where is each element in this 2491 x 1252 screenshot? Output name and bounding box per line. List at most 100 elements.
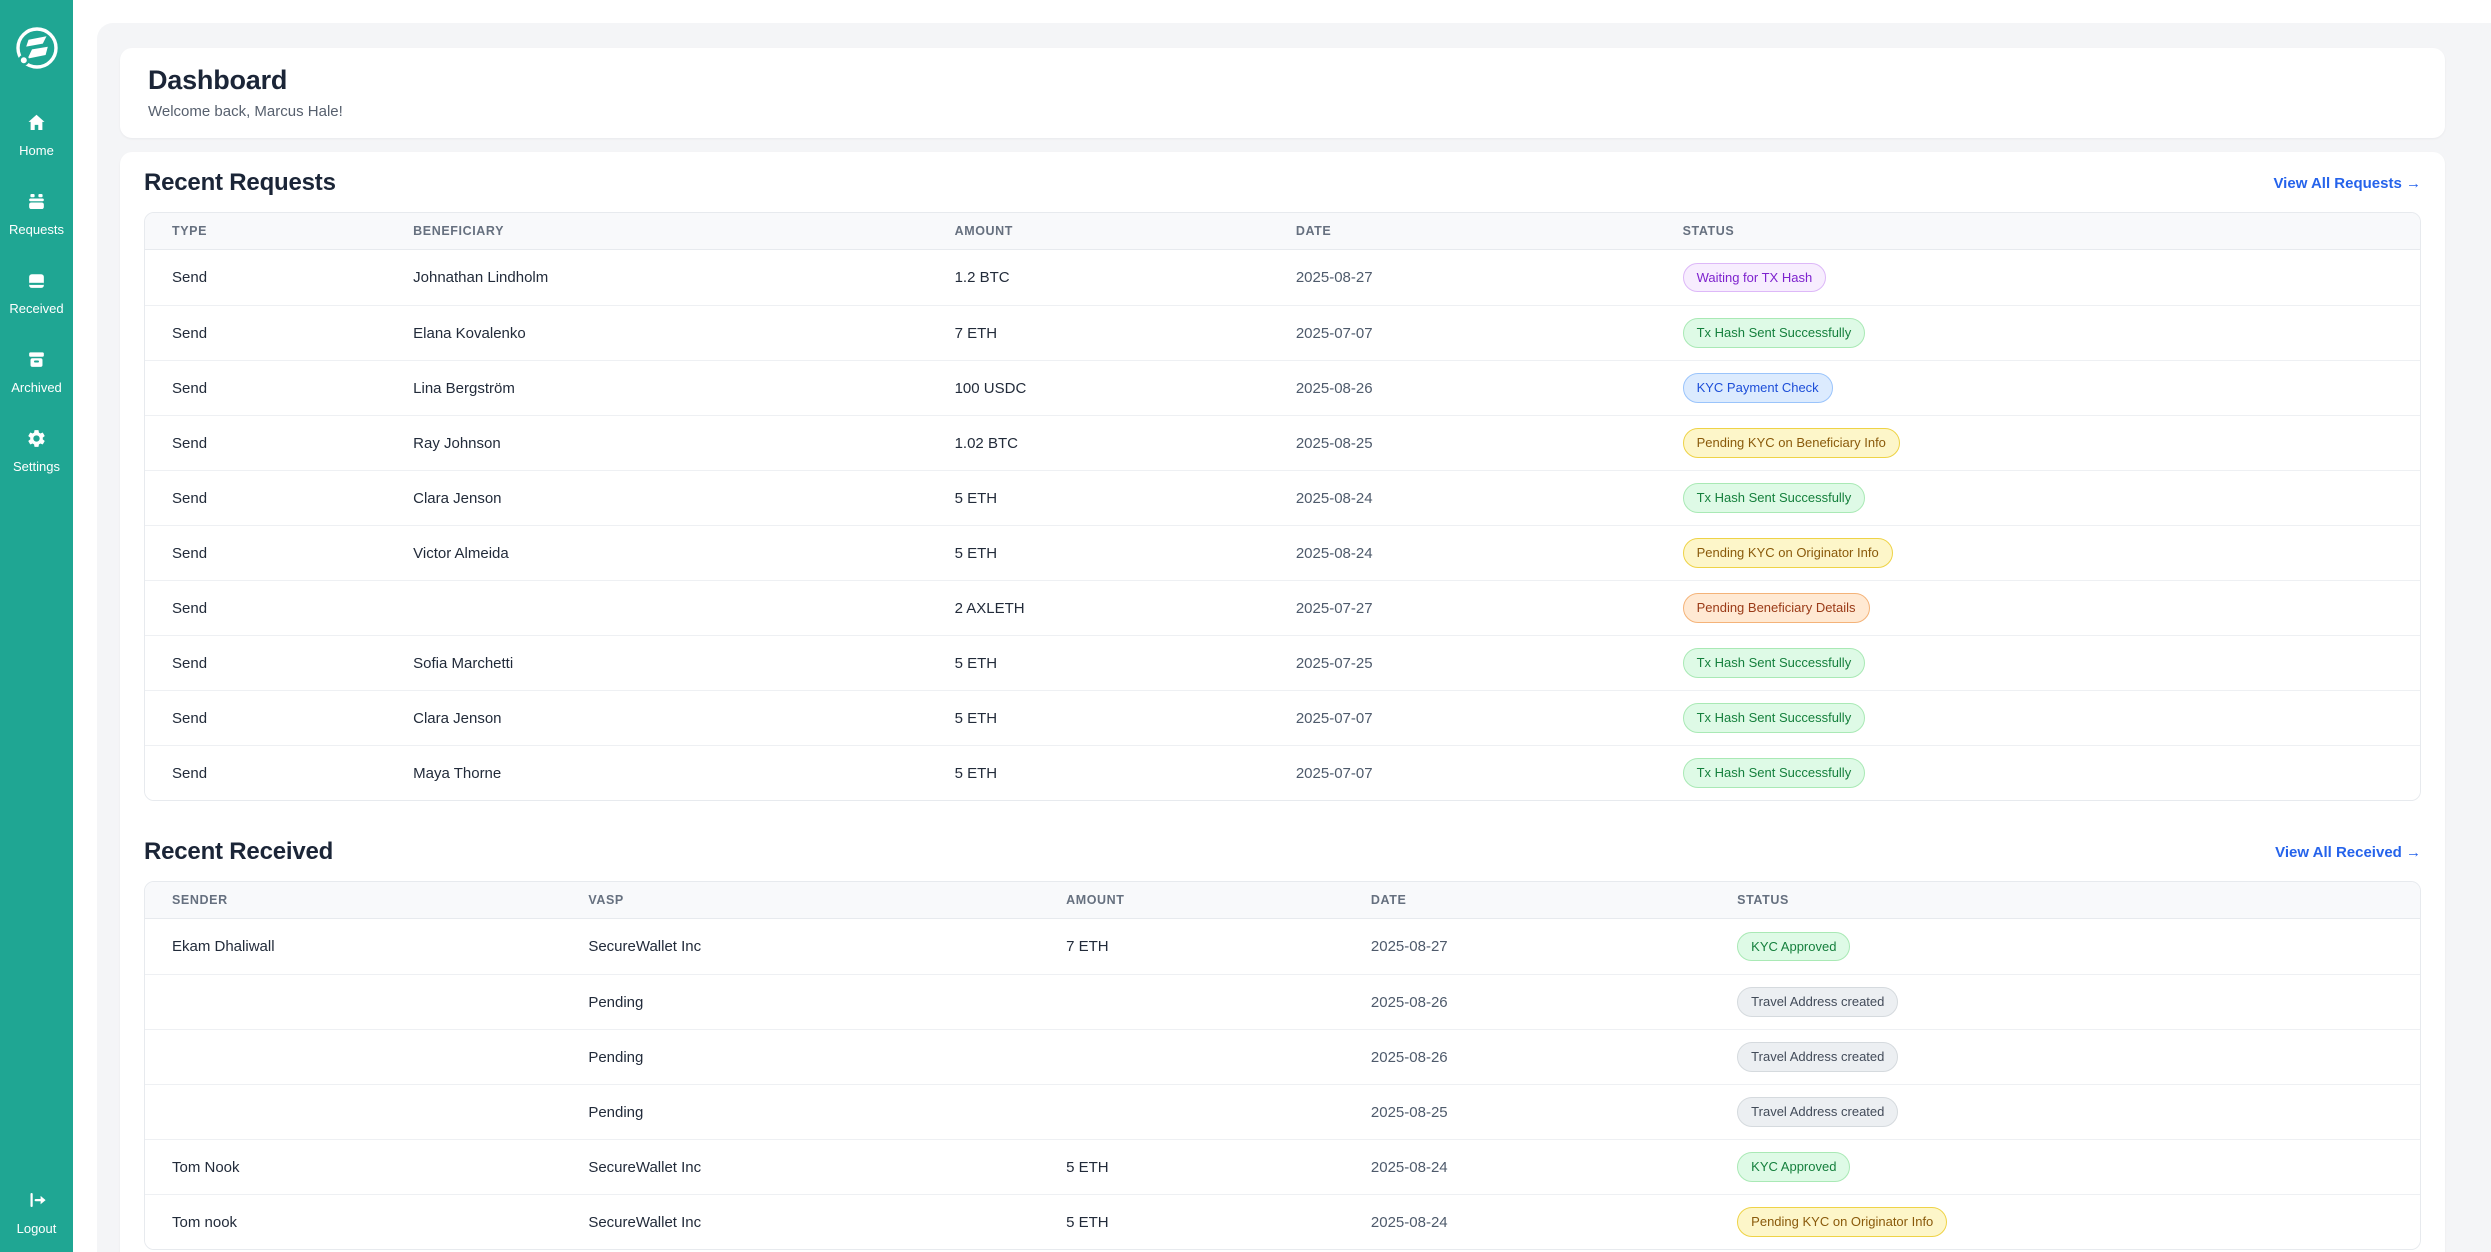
cell-amount: 5 ETH xyxy=(928,710,1269,727)
request-table-row[interactable]: Send Clara Jenson 5 ETH 2025-07-07 Tx Ha… xyxy=(145,690,2420,745)
cell-date: 2025-07-25 xyxy=(1269,655,1656,672)
cell-date: 2025-07-07 xyxy=(1269,765,1656,782)
request-table-row[interactable]: Send Clara Jenson 5 ETH 2025-08-24 Tx Ha… xyxy=(145,470,2420,525)
cell-amount: 2 AXLETH xyxy=(928,600,1269,617)
request-table-row[interactable]: Send Ray Johnson 1.02 BTC 2025-08-25 Pen… xyxy=(145,415,2420,470)
sidebar-item-received[interactable]: Received xyxy=(0,270,73,316)
cell-amount: 5 ETH xyxy=(928,545,1269,562)
sidebar-nav: Home Requests xyxy=(0,112,73,474)
column-header-amount: AMOUNT xyxy=(1039,893,1344,907)
cell-beneficiary: Clara Jenson xyxy=(386,710,927,727)
status-badge: Pending Beneficiary Details xyxy=(1683,593,1870,623)
request-table-row[interactable]: Send Maya Thorne 5 ETH 2025-07-07 Tx Has… xyxy=(145,745,2420,800)
cell-amount: 5 ETH xyxy=(928,490,1269,507)
received-table-row[interactable]: Pending 2025-08-26 Travel Address create… xyxy=(145,974,2420,1029)
cell-beneficiary: Clara Jenson xyxy=(386,490,927,507)
request-table-row[interactable]: Send Sofia Marchetti 5 ETH 2025-07-25 Tx… xyxy=(145,635,2420,690)
received-table-row[interactable]: Tom Nook SecureWallet Inc 5 ETH 2025-08-… xyxy=(145,1139,2420,1194)
received-table-row[interactable]: Pending 2025-08-25 Travel Address create… xyxy=(145,1084,2420,1139)
cell-type: Send xyxy=(145,545,386,562)
request-table-row[interactable]: Send Victor Almeida 5 ETH 2025-08-24 Pen… xyxy=(145,525,2420,580)
cell-type: Send xyxy=(145,325,386,342)
requests-table-header: TYPE BENEFICIARY AMOUNT DATE STATUS xyxy=(145,213,2420,250)
cell-vasp: Pending xyxy=(561,994,1039,1011)
requests-icon xyxy=(26,191,47,217)
received-section-header: Recent Received View All Received → xyxy=(144,837,2421,867)
column-header-vasp: VASP xyxy=(561,893,1039,907)
page-header-card: Dashboard Welcome back, Marcus Hale! xyxy=(120,48,2445,138)
cell-status: Pending KYC on Originator Info xyxy=(1710,1207,2420,1237)
cell-status: Tx Hash Sent Successfully xyxy=(1656,758,2420,788)
sidebar-item-label: Archived xyxy=(11,380,62,395)
cell-amount: 1.2 BTC xyxy=(928,269,1269,286)
sidebar-item-logout[interactable]: Logout xyxy=(0,1189,73,1236)
sidebar-item-home[interactable]: Home xyxy=(0,112,73,158)
cell-amount: 5 ETH xyxy=(1039,1214,1344,1231)
cell-status: Pending Beneficiary Details xyxy=(1656,593,2420,623)
cell-status: Tx Hash Sent Successfully xyxy=(1656,648,2420,678)
received-icon xyxy=(26,270,47,296)
sidebar-item-requests[interactable]: Requests xyxy=(0,191,73,237)
cell-date: 2025-08-24 xyxy=(1344,1159,1710,1176)
sidebar-item-label: Home xyxy=(19,143,54,158)
status-badge: Pending KYC on Originator Info xyxy=(1683,538,1893,568)
cell-date: 2025-08-24 xyxy=(1269,490,1656,507)
cell-type: Send xyxy=(145,490,386,507)
requests-table-body: Send Johnathan Lindholm 1.2 BTC 2025-08-… xyxy=(145,250,2420,800)
cell-vasp: SecureWallet Inc xyxy=(561,938,1039,955)
cell-beneficiary: Victor Almeida xyxy=(386,545,927,562)
requests-section-title: Recent Requests xyxy=(144,169,336,197)
welcome-message: Welcome back, Marcus Hale! xyxy=(148,103,2417,120)
sidebar-item-archived[interactable]: Archived xyxy=(0,349,73,395)
cell-amount: 5 ETH xyxy=(1039,1159,1344,1176)
cell-date: 2025-08-24 xyxy=(1344,1214,1710,1231)
cell-beneficiary: Ray Johnson xyxy=(386,435,927,452)
status-badge: Tx Hash Sent Successfully xyxy=(1683,483,1866,513)
cell-status: KYC Approved xyxy=(1710,932,2420,962)
cell-type: Send xyxy=(145,710,386,727)
app-root: Home Requests xyxy=(0,0,2491,1252)
logout-icon xyxy=(26,1189,48,1216)
received-table-row[interactable]: Pending 2025-08-26 Travel Address create… xyxy=(145,1029,2420,1084)
cell-amount: 100 USDC xyxy=(928,380,1269,397)
received-table-body: Ekam Dhaliwall SecureWallet Inc 7 ETH 20… xyxy=(145,919,2420,1249)
cell-vasp: SecureWallet Inc xyxy=(561,1159,1039,1176)
cell-beneficiary: Sofia Marchetti xyxy=(386,655,927,672)
cell-date: 2025-08-27 xyxy=(1269,269,1656,286)
cell-status: KYC Payment Check xyxy=(1656,373,2420,403)
sidebar-item-label: Requests xyxy=(9,222,64,237)
status-badge: Tx Hash Sent Successfully xyxy=(1683,648,1866,678)
view-all-requests-link[interactable]: View All Requests → xyxy=(2273,175,2421,192)
cell-date: 2025-07-07 xyxy=(1269,710,1656,727)
sidebar: Home Requests xyxy=(0,0,73,1252)
request-table-row[interactable]: Send Johnathan Lindholm 1.2 BTC 2025-08-… xyxy=(145,250,2420,305)
cell-type: Send xyxy=(145,269,386,286)
column-header-date: DATE xyxy=(1344,893,1710,907)
request-table-row[interactable]: Send 2 AXLETH 2025-07-27 Pending Benefic… xyxy=(145,580,2420,635)
cell-beneficiary: Elana Kovalenko xyxy=(386,325,927,342)
sidebar-item-label: Logout xyxy=(17,1221,57,1236)
status-badge: Tx Hash Sent Successfully xyxy=(1683,758,1866,788)
cell-status: Travel Address created xyxy=(1710,1097,2420,1127)
status-badge: Pending KYC on Originator Info xyxy=(1737,1207,1947,1237)
received-table-row[interactable]: Ekam Dhaliwall SecureWallet Inc 7 ETH 20… xyxy=(145,919,2420,974)
status-badge: Waiting for TX Hash xyxy=(1683,263,1827,293)
received-section-title: Recent Received xyxy=(144,838,333,866)
cell-sender: Tom nook xyxy=(145,1214,561,1231)
request-table-row[interactable]: Send Lina Bergström 100 USDC 2025-08-26 … xyxy=(145,360,2420,415)
cell-status: Pending KYC on Beneficiary Info xyxy=(1656,428,2420,458)
status-badge: Pending KYC on Beneficiary Info xyxy=(1683,428,1900,458)
cell-vasp: SecureWallet Inc xyxy=(561,1214,1039,1231)
received-table-row[interactable]: Tom nook SecureWallet Inc 5 ETH 2025-08-… xyxy=(145,1194,2420,1249)
main-panel: Dashboard Welcome back, Marcus Hale! Rec… xyxy=(97,23,2491,1252)
sidebar-item-settings[interactable]: Settings xyxy=(0,428,73,474)
request-table-row[interactable]: Send Elana Kovalenko 7 ETH 2025-07-07 Tx… xyxy=(145,305,2420,360)
content-card: Recent Requests View All Requests → TYPE… xyxy=(120,152,2445,1252)
view-all-received-link[interactable]: View All Received → xyxy=(2275,844,2421,861)
cell-amount: 7 ETH xyxy=(928,325,1269,342)
column-header-type: TYPE xyxy=(145,224,386,238)
cell-date: 2025-08-27 xyxy=(1344,938,1710,955)
cell-type: Send xyxy=(145,655,386,672)
cell-amount: 1.02 BTC xyxy=(928,435,1269,452)
status-badge: KYC Approved xyxy=(1737,1152,1850,1182)
